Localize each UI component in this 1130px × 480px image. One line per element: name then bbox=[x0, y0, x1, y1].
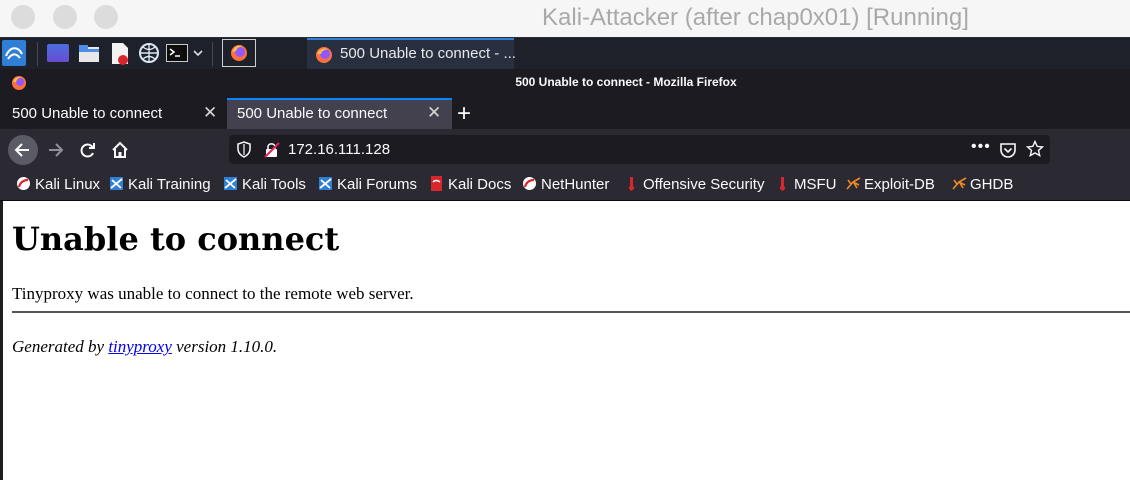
bookmark-label: Kali Training bbox=[128, 176, 211, 193]
taskbar-task-label: 500 Unable to connect - ... bbox=[340, 45, 516, 62]
tab-label: 500 Unable to connect bbox=[237, 105, 388, 122]
terminal-icon[interactable] bbox=[166, 44, 188, 62]
zoom-window-button[interactable] bbox=[94, 5, 118, 29]
bookmark-star-icon[interactable] bbox=[1025, 139, 1045, 163]
forward-button[interactable] bbox=[41, 135, 71, 165]
close-icon[interactable]: ✕ bbox=[203, 103, 217, 123]
url-text[interactable]: 172.16.111.128 bbox=[288, 141, 390, 158]
exploitdb-icon bbox=[845, 176, 861, 191]
vm-window-titlebar: Kali-Attacker (after chap0x01) [Running] bbox=[0, 0, 1130, 37]
firefox-launcher-icon[interactable] bbox=[222, 39, 256, 67]
offsec-icon bbox=[624, 176, 639, 191]
bookmark-kali-linux[interactable]: Kali Linux bbox=[16, 176, 100, 193]
footer-prefix: Generated by bbox=[12, 337, 105, 356]
vm-window-title: Kali-Attacker (after chap0x01) [Running] bbox=[542, 4, 969, 31]
tinyproxy-link[interactable]: tinyproxy bbox=[108, 337, 172, 356]
kali-forums-icon bbox=[318, 176, 333, 191]
firefox-titlebar: 500 Unable to connect - Mozilla Firefox bbox=[0, 69, 1130, 98]
close-icon[interactable]: ✕ bbox=[427, 103, 441, 123]
bookmark-kali-forums[interactable]: Kali Forums bbox=[318, 176, 417, 193]
back-button[interactable] bbox=[8, 135, 38, 165]
bookmark-label: GHDB bbox=[970, 176, 1014, 193]
bookmark-label: Offensive Security bbox=[643, 176, 765, 193]
bookmark-kali-training[interactable]: Kali Training bbox=[109, 176, 211, 193]
close-window-button[interactable] bbox=[11, 5, 35, 29]
footer-suffix: version 1.10.0. bbox=[176, 337, 278, 356]
ghdb-icon bbox=[951, 176, 967, 191]
reload-button[interactable] bbox=[73, 135, 103, 165]
bookmark-kali-tools[interactable]: Kali Tools bbox=[223, 176, 306, 193]
taskbar-firefox-task[interactable]: 500 Unable to connect - ... bbox=[307, 38, 516, 69]
tab-inactive[interactable]: 500 Unable to connect ✕ bbox=[0, 98, 227, 129]
firefox-window-title: 500 Unable to connect - Mozilla Firefox bbox=[515, 75, 737, 89]
bookmark-ghdb[interactable]: GHDB bbox=[951, 176, 1013, 193]
page-content: Unable to connect Tinyproxy was unable t… bbox=[0, 201, 1130, 480]
page-heading: Unable to connect bbox=[12, 220, 340, 258]
kali-training-icon bbox=[109, 176, 124, 191]
kali-menu-icon[interactable] bbox=[2, 40, 26, 66]
generated-by-footer: Generated by tinyproxy version 1.10.0. bbox=[12, 337, 277, 357]
kali-tools-icon bbox=[223, 176, 238, 191]
navigation-toolbar: 172.16.111.128 ••• bbox=[0, 129, 1130, 169]
bookmark-label: Exploit-DB bbox=[864, 176, 935, 193]
bookmarks-toolbar: Kali Linux Kali Training Kali Tools Kali… bbox=[0, 169, 1130, 201]
shield-icon[interactable] bbox=[236, 141, 252, 163]
kali-panel: 500 Unable to connect - ... bbox=[0, 37, 1130, 69]
tab-strip: 500 Unable to connect ✕ 500 Unable to co… bbox=[0, 98, 1130, 129]
bookmark-label: Kali Tools bbox=[242, 176, 306, 193]
bookmark-label: MSFU bbox=[794, 176, 837, 193]
chevron-down-icon[interactable] bbox=[191, 46, 205, 60]
error-message: Tinyproxy was unable to connect to the r… bbox=[12, 284, 414, 303]
firefox-icon bbox=[315, 46, 333, 68]
bookmark-label: NetHunter bbox=[541, 176, 610, 193]
new-tab-button[interactable]: + bbox=[457, 100, 471, 128]
bookmark-offensive-security[interactable]: Offensive Security bbox=[624, 176, 764, 193]
insecure-lock-icon[interactable] bbox=[263, 141, 281, 164]
panel-separator bbox=[212, 42, 213, 66]
bookmark-exploit-db[interactable]: Exploit-DB bbox=[845, 176, 935, 193]
url-bar[interactable]: 172.16.111.128 ••• bbox=[229, 135, 1050, 164]
panel-separator bbox=[37, 42, 38, 66]
text-editor-icon[interactable] bbox=[110, 42, 130, 66]
bookmark-msfu[interactable]: MSFU bbox=[775, 176, 837, 193]
bookmark-label: Kali Linux bbox=[35, 176, 101, 193]
kali-icon bbox=[16, 176, 31, 191]
minimize-window-button[interactable] bbox=[53, 5, 77, 29]
bookmark-kali-docs[interactable]: Kali Docs bbox=[429, 176, 511, 193]
page-actions-icon[interactable]: ••• bbox=[971, 138, 991, 156]
pocket-icon[interactable] bbox=[999, 141, 1017, 164]
kali-docs-icon bbox=[429, 176, 444, 191]
tab-label: 500 Unable to connect bbox=[12, 105, 163, 122]
bookmark-nethunter[interactable]: NetHunter bbox=[522, 176, 609, 193]
browser-icon[interactable] bbox=[138, 42, 160, 64]
tab-active[interactable]: 500 Unable to connect ✕ bbox=[227, 98, 452, 129]
bookmark-label: Kali Forums bbox=[337, 176, 418, 193]
nethunter-icon bbox=[522, 176, 537, 191]
bookmark-label: Kali Docs bbox=[448, 176, 512, 193]
msfu-icon bbox=[775, 176, 790, 191]
desktop-icon[interactable] bbox=[47, 44, 69, 62]
divider bbox=[12, 311, 1130, 313]
file-manager-icon[interactable] bbox=[78, 43, 100, 63]
home-button[interactable] bbox=[105, 135, 135, 165]
